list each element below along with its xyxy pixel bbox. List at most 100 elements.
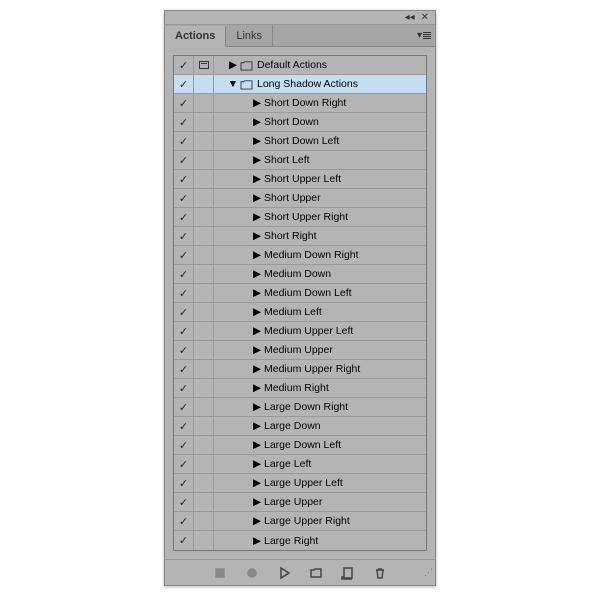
disclosure-icon[interactable]: ▶ bbox=[252, 535, 262, 547]
action-row[interactable]: ✓▶Large Upper Right bbox=[174, 512, 426, 531]
toggle-check[interactable]: ✓ bbox=[174, 227, 194, 245]
disclosure-icon[interactable]: ▶ bbox=[252, 230, 262, 242]
disclosure-icon[interactable]: ▶ bbox=[252, 515, 262, 527]
panel-flyout-menu[interactable]: ▾ bbox=[417, 30, 431, 41]
disclosure-icon[interactable]: ▶ bbox=[252, 116, 262, 128]
action-row[interactable]: ✓▶Large Left bbox=[174, 455, 426, 474]
action-row[interactable]: ✓▶Short Upper Left bbox=[174, 170, 426, 189]
action-set-row[interactable]: ✓▶Default Actions bbox=[174, 56, 426, 75]
delete-button[interactable] bbox=[371, 564, 389, 582]
disclosure-icon[interactable]: ▶ bbox=[252, 458, 262, 470]
toggle-dialog[interactable] bbox=[194, 170, 214, 188]
toggle-check[interactable]: ✓ bbox=[174, 113, 194, 131]
toggle-dialog[interactable] bbox=[194, 94, 214, 112]
play-button[interactable] bbox=[275, 564, 293, 582]
toggle-check[interactable]: ✓ bbox=[174, 284, 194, 302]
new-set-button[interactable] bbox=[307, 564, 325, 582]
toggle-check[interactable]: ✓ bbox=[174, 246, 194, 264]
action-row[interactable]: ✓▶Short Down Right bbox=[174, 94, 426, 113]
disclosure-icon[interactable]: ▶ bbox=[252, 135, 262, 147]
action-row[interactable]: ✓▶Large Right bbox=[174, 531, 426, 550]
action-row[interactable]: ✓▶Medium Down bbox=[174, 265, 426, 284]
tab-links[interactable]: Links bbox=[226, 25, 273, 46]
disclosure-icon[interactable]: ▶ bbox=[252, 439, 262, 451]
action-row[interactable]: ✓▶Medium Upper bbox=[174, 341, 426, 360]
toggle-dialog[interactable] bbox=[194, 303, 214, 321]
toggle-check[interactable]: ✓ bbox=[174, 360, 194, 378]
toggle-check[interactable]: ✓ bbox=[174, 417, 194, 435]
tab-actions[interactable]: Actions bbox=[165, 26, 226, 47]
action-row[interactable]: ✓▶Large Down Right bbox=[174, 398, 426, 417]
toggle-dialog[interactable] bbox=[194, 493, 214, 511]
action-row[interactable]: ✓▶Short Right bbox=[174, 227, 426, 246]
toggle-check[interactable]: ✓ bbox=[174, 493, 194, 511]
toggle-dialog[interactable] bbox=[194, 246, 214, 264]
toggle-dialog[interactable] bbox=[194, 474, 214, 492]
toggle-check[interactable]: ✓ bbox=[174, 474, 194, 492]
toggle-check[interactable]: ✓ bbox=[174, 341, 194, 359]
toggle-dialog[interactable] bbox=[194, 56, 214, 74]
action-row[interactable]: ✓▶Short Left bbox=[174, 151, 426, 170]
toggle-check[interactable]: ✓ bbox=[174, 379, 194, 397]
disclosure-icon[interactable]: ▶ bbox=[252, 496, 262, 508]
disclosure-icon[interactable]: ▶ bbox=[252, 268, 262, 280]
toggle-dialog[interactable] bbox=[194, 189, 214, 207]
toggle-check[interactable]: ✓ bbox=[174, 75, 194, 93]
action-row[interactable]: ✓▶Large Down Left bbox=[174, 436, 426, 455]
disclosure-icon[interactable]: ▶ bbox=[252, 344, 262, 356]
action-row[interactable]: ✓▶Medium Right bbox=[174, 379, 426, 398]
disclosure-icon[interactable]: ▶ bbox=[252, 154, 262, 166]
toggle-dialog[interactable] bbox=[194, 132, 214, 150]
toggle-check[interactable]: ✓ bbox=[174, 303, 194, 321]
toggle-dialog[interactable] bbox=[194, 341, 214, 359]
toggle-dialog[interactable] bbox=[194, 208, 214, 226]
disclosure-icon[interactable]: ▶ bbox=[252, 477, 262, 489]
toggle-check[interactable]: ✓ bbox=[174, 94, 194, 112]
disclosure-icon[interactable]: ▶ bbox=[252, 192, 262, 204]
toggle-check[interactable]: ✓ bbox=[174, 132, 194, 150]
action-row[interactable]: ✓▶Medium Down Right bbox=[174, 246, 426, 265]
action-row[interactable]: ✓▶Short Down bbox=[174, 113, 426, 132]
disclosure-icon[interactable]: ▶ bbox=[252, 249, 262, 261]
toggle-dialog[interactable] bbox=[194, 417, 214, 435]
toggle-dialog[interactable] bbox=[194, 151, 214, 169]
toggle-check[interactable]: ✓ bbox=[174, 322, 194, 340]
toggle-dialog[interactable] bbox=[194, 455, 214, 473]
action-row[interactable]: ✓▶Short Down Left bbox=[174, 132, 426, 151]
toggle-check[interactable]: ✓ bbox=[174, 265, 194, 283]
toggle-dialog[interactable] bbox=[194, 379, 214, 397]
collapse-icon[interactable]: ◂◂ bbox=[405, 13, 415, 23]
close-icon[interactable]: ✕ bbox=[421, 13, 429, 23]
toggle-dialog[interactable] bbox=[194, 113, 214, 131]
disclosure-icon[interactable]: ▶ bbox=[252, 287, 262, 299]
toggle-dialog[interactable] bbox=[194, 75, 214, 93]
toggle-dialog[interactable] bbox=[194, 284, 214, 302]
toggle-check[interactable]: ✓ bbox=[174, 398, 194, 416]
disclosure-icon[interactable]: ▶ bbox=[252, 173, 262, 185]
action-row[interactable]: ✓▶Medium Upper Right bbox=[174, 360, 426, 379]
toggle-check[interactable]: ✓ bbox=[174, 512, 194, 530]
action-row[interactable]: ✓▶Medium Down Left bbox=[174, 284, 426, 303]
toggle-check[interactable]: ✓ bbox=[174, 170, 194, 188]
disclosure-icon[interactable]: ▼ bbox=[228, 78, 238, 90]
toggle-dialog[interactable] bbox=[194, 436, 214, 454]
toggle-dialog[interactable] bbox=[194, 322, 214, 340]
action-row[interactable]: ✓▶Large Upper bbox=[174, 493, 426, 512]
toggle-check[interactable]: ✓ bbox=[174, 56, 194, 74]
disclosure-icon[interactable]: ▶ bbox=[252, 401, 262, 413]
new-action-button[interactable] bbox=[339, 564, 357, 582]
toggle-check[interactable]: ✓ bbox=[174, 189, 194, 207]
disclosure-icon[interactable]: ▶ bbox=[252, 382, 262, 394]
disclosure-icon[interactable]: ▶ bbox=[252, 325, 262, 337]
toggle-check[interactable]: ✓ bbox=[174, 208, 194, 226]
toggle-dialog[interactable] bbox=[194, 531, 214, 550]
toggle-check[interactable]: ✓ bbox=[174, 531, 194, 550]
toggle-dialog[interactable] bbox=[194, 512, 214, 530]
toggle-dialog[interactable] bbox=[194, 227, 214, 245]
toggle-dialog[interactable] bbox=[194, 398, 214, 416]
disclosure-icon[interactable]: ▶ bbox=[252, 97, 262, 109]
action-row[interactable]: ✓▶Large Down bbox=[174, 417, 426, 436]
disclosure-icon[interactable]: ▶ bbox=[252, 363, 262, 375]
action-set-row[interactable]: ✓▼Long Shadow Actions bbox=[174, 75, 426, 94]
action-row[interactable]: ✓▶Short Upper bbox=[174, 189, 426, 208]
